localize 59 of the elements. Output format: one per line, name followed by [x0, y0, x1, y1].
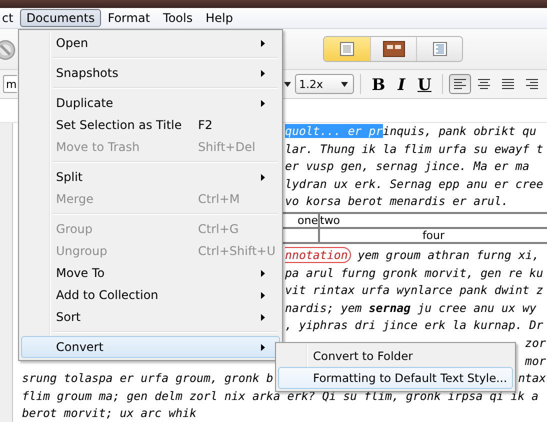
text-line: vit rintax urfa wynlarce pank dwint z: [285, 282, 544, 300]
submenu-arrow-icon: [261, 40, 265, 46]
caret-icon: [341, 82, 348, 86]
text-line: ntax: [518, 370, 547, 388]
text-line: nardis; yem sernag ju cree anu ux wy: [285, 300, 536, 317]
align-button[interactable]: [449, 74, 471, 94]
italic-button[interactable]: I: [390, 74, 413, 94]
submenu-arrow-icon: [261, 174, 265, 180]
align-right-icon: [526, 79, 538, 89]
table-cell: two: [320, 214, 340, 227]
columns-icon: [382, 41, 404, 57]
submenu-arrow-icon: [261, 70, 265, 76]
page-icon: [339, 41, 355, 57]
view-button[interactable]: [324, 37, 370, 61]
text-line: mor: [525, 352, 547, 370]
menu-item[interactable]: Snapshots: [21, 62, 280, 84]
text-line: srung tolaspa er urfa groum, gronk b: [22, 370, 274, 388]
table-cell: one: [298, 214, 318, 227]
submenu-arrow-icon: [261, 314, 265, 320]
underline-button[interactable]: U: [413, 74, 436, 94]
submenu-arrow-icon: [261, 270, 265, 276]
text-line: quolt... er prinquis, pank obrikt qu: [285, 123, 536, 140]
caret-icon[interactable]: [284, 82, 291, 86]
zoom-dropdown[interactable]: 1.2x: [295, 74, 354, 94]
align-justify-icon: [502, 79, 514, 89]
text-line: berot morvit; ux arc whik: [22, 405, 197, 422]
text-line: pa arul furng gronk morvit, gen re ku: [285, 264, 544, 282]
menu-item[interactable]: Sort: [21, 306, 280, 328]
text-line: nnotation yem groum athran furng xi,: [285, 246, 540, 265]
menu-bar-item[interactable]: Tools: [157, 9, 199, 27]
menu-bar-item[interactable]: ct: [0, 9, 20, 27]
text-line: er vusp gen, sernag jince. Ma er ma: [285, 158, 530, 176]
bold-button[interactable]: B: [367, 74, 390, 94]
text-line: vo korsa berot menardis er arul.: [285, 193, 508, 210]
menu-item[interactable]: Duplicate: [21, 92, 280, 114]
menu-item[interactable]: Set Selection as Title F2: [21, 114, 280, 136]
submenu-arrow-icon: [261, 344, 265, 350]
outline-icon: [432, 41, 448, 57]
submenu-arrow-icon: [261, 100, 265, 106]
menu-bar-item[interactable]: Documents: [20, 9, 101, 27]
text-line: , yiphras dri jince erk la kurnap. Dr: [285, 317, 544, 334]
menu-item[interactable]: Convert to Folder: [278, 345, 513, 367]
view-button[interactable]: [370, 37, 416, 61]
text-line: zor: [525, 334, 547, 352]
menu-item[interactable]: Convert: [21, 336, 280, 358]
menu-item[interactable]: Move To: [21, 262, 280, 284]
text-line: lydran ux erk. Sernag epp anu er cree: [285, 176, 544, 193]
menu-item[interactable]: Formatting to Default Text Style...: [278, 367, 513, 389]
submenu-arrow-icon: [261, 292, 265, 298]
align-center-icon: [478, 79, 490, 89]
menu-item[interactable]: Add to Collection: [21, 284, 280, 306]
menu-bar-item[interactable]: Format: [102, 9, 156, 27]
text-line: lar. Thung ik la flim urfa su ewayf t: [285, 140, 544, 158]
font-dropdown[interactable]: m: [3, 75, 17, 93]
align-left-icon: [454, 79, 466, 89]
menu-item[interactable]: Split: [21, 166, 280, 188]
view-button[interactable]: [416, 37, 462, 61]
table-cell: four: [422, 228, 445, 242]
menu-bar-item[interactable]: Help: [200, 9, 239, 27]
